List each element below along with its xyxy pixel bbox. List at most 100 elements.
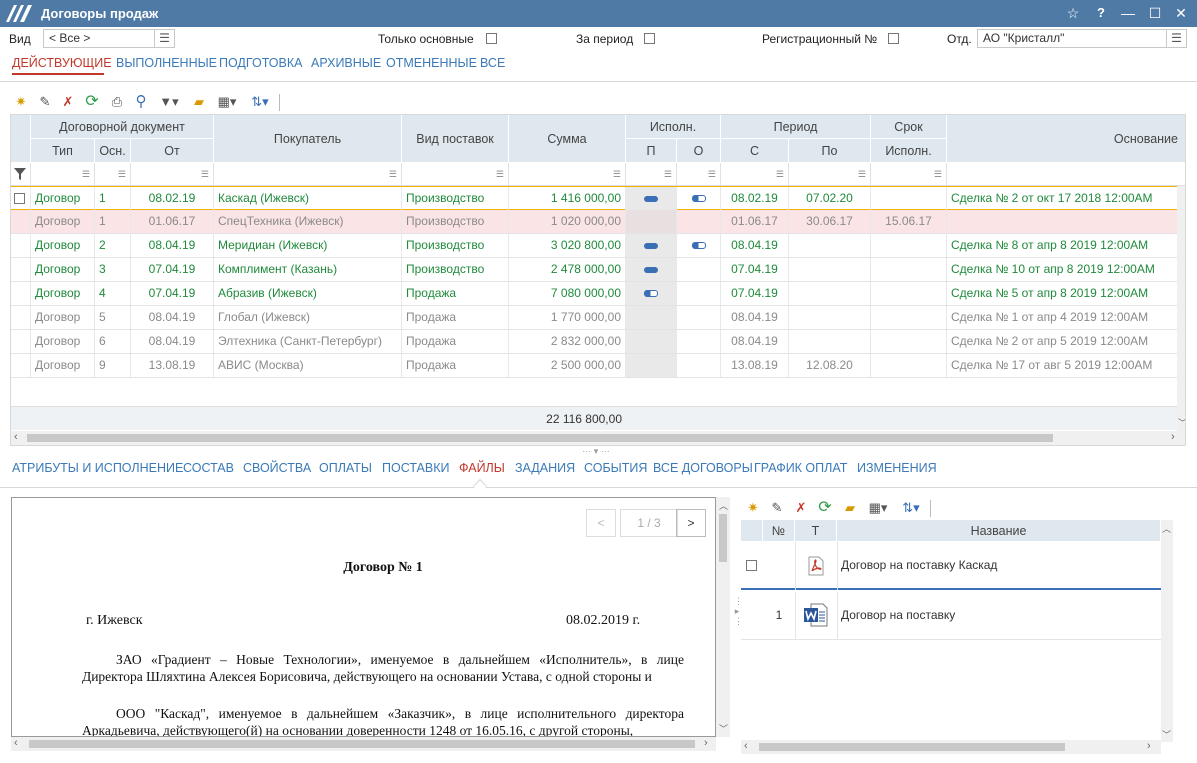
search-icon[interactable]: ⚲ (132, 93, 150, 111)
header-supply[interactable]: Вид поставок (402, 115, 509, 163)
print-icon[interactable]: ⎙ (108, 93, 126, 111)
view-select[interactable]: < Все > ☰ (43, 29, 175, 48)
refresh-icon[interactable]: ⟳ (816, 499, 834, 517)
scroll-up-icon[interactable]: ︿ (719, 499, 728, 512)
tab-cancelled[interactable]: ОТМЕНЕННЫЕ (386, 56, 477, 70)
filter-period-to[interactable]: ☰ (789, 163, 871, 186)
scroll-right-icon[interactable]: › (1147, 740, 1151, 752)
table-row[interactable]: Договор 4 07.04.19 Абразив (Ижевск) Прод… (11, 282, 1185, 306)
tab-archive[interactable]: АРХИВНЫЕ (311, 56, 381, 70)
filter-o[interactable]: ☰ (677, 163, 721, 186)
delete-document-icon[interactable]: ✗ (59, 93, 77, 111)
scroll-left-icon[interactable]: ‹ (14, 737, 18, 749)
header-type[interactable]: Тип (31, 139, 95, 163)
file-row[interactable]: 1 Договор на поставку (741, 592, 1161, 640)
tab-files[interactable]: ФАЙЛЫ (459, 461, 505, 475)
edit-file-icon[interactable]: ✎ (768, 499, 786, 517)
header-sum[interactable]: Сумма (509, 115, 626, 163)
scroll-down-icon[interactable]: ﹀ (1162, 728, 1171, 741)
tab-composition[interactable]: СОСТАВ (183, 461, 234, 475)
tab-attributes[interactable]: АТРИБУТЫ И ИСПОЛНЕНИЕ (12, 461, 183, 475)
preview-horizontal-scrollbar[interactable]: ‹ › (11, 737, 716, 751)
header-file-type[interactable]: Т (795, 520, 837, 542)
tab-deliveries[interactable]: ПОСТАВКИ (382, 461, 449, 475)
only-main-checkbox[interactable] (486, 33, 497, 44)
scroll-thumb[interactable] (29, 740, 695, 748)
filter-from[interactable]: ☰ (131, 163, 214, 186)
prev-page-button[interactable]: < (586, 509, 616, 537)
list-menu-icon[interactable]: ☰ (1166, 30, 1186, 47)
tab-active[interactable]: ДЕЙСТВУЮЩИЕ (12, 56, 112, 70)
header-period-to[interactable]: По (789, 139, 871, 163)
layout-dropdown-icon[interactable]: ▦▾ (865, 499, 891, 517)
list-menu-icon[interactable]: ☰ (154, 30, 174, 47)
tab-all[interactable]: ВСЕ (480, 56, 505, 70)
header-p[interactable]: П (626, 139, 677, 163)
next-page-button[interactable]: > (676, 509, 706, 537)
filter-p[interactable]: ☰ (626, 163, 677, 186)
row-checkbox[interactable] (746, 560, 757, 571)
delete-file-icon[interactable]: ✗ (792, 499, 810, 517)
files-horizontal-scrollbar[interactable]: ‹ › (741, 740, 1161, 754)
favorite-star-icon[interactable]: ☆ (1063, 3, 1083, 23)
help-button[interactable]: ? (1091, 3, 1111, 23)
layout-dropdown-icon[interactable]: ▦▾ (214, 93, 240, 111)
header-from[interactable]: От (131, 139, 214, 163)
row-checkbox[interactable] (14, 193, 25, 204)
period-checkbox[interactable] (644, 33, 655, 44)
folder-icon[interactable]: ▰ (190, 93, 208, 111)
filter-dropdown-icon[interactable]: ▼▾ (156, 93, 182, 111)
scroll-down-icon[interactable]: ﹀ (1178, 416, 1185, 429)
new-file-icon[interactable]: ✷ (744, 499, 762, 517)
scroll-thumb[interactable] (27, 434, 1053, 442)
scroll-thumb[interactable] (719, 514, 727, 562)
header-main[interactable]: Осн. (95, 139, 131, 163)
grid-horizontal-scrollbar[interactable]: ‹ › (11, 431, 1185, 445)
filter-supply[interactable]: ☰ (402, 163, 509, 186)
filter-basis[interactable] (947, 163, 1185, 186)
filter-buyer[interactable]: ☰ (214, 163, 402, 186)
vertical-splitter-handle[interactable]: ⋮ ▸ ⋮ (734, 596, 743, 656)
folder-icon[interactable]: ▰ (841, 499, 859, 517)
filter-type[interactable]: ☰ (31, 163, 95, 186)
edit-document-icon[interactable]: ✎ (36, 93, 54, 111)
sort-dropdown-icon[interactable]: ⇅▾ (898, 499, 924, 517)
filter-term[interactable]: ☰ (871, 163, 947, 186)
table-row[interactable]: Договор 5 08.04.19 Глобал (Ижевск) Прода… (11, 306, 1185, 330)
scroll-right-icon[interactable]: › (704, 737, 708, 749)
tab-all-contracts[interactable]: ВСЕ ДОГОВОРЫ (653, 461, 753, 475)
header-term-exec[interactable]: Исполн. (871, 139, 947, 163)
filter-sum[interactable]: ☰ (509, 163, 626, 186)
table-row[interactable]: Договор 9 13.08.19 АВИС (Москва) Продажа… (11, 354, 1185, 378)
grid-vertical-scrollbar[interactable]: ﹀ (1177, 186, 1185, 431)
new-document-icon[interactable]: ✷ (12, 93, 30, 111)
table-row[interactable]: Договор 6 08.04.19 Элтехника (Санкт-Пете… (11, 330, 1185, 354)
filter-main[interactable]: ☰ (95, 163, 131, 186)
scroll-right-icon[interactable]: › (1171, 431, 1175, 443)
tab-tasks[interactable]: ЗАДАНИЯ (515, 461, 575, 475)
header-buyer[interactable]: Покупатель (214, 115, 402, 163)
preview-vertical-scrollbar[interactable]: ︿ ﹀ (716, 497, 730, 737)
splitter-handle[interactable]: ⋯ ▾ ⋯ (566, 446, 626, 456)
tab-completed[interactable]: ВЫПОЛНЕННЫЕ (116, 56, 217, 70)
minimize-button[interactable]: — (1118, 3, 1138, 23)
scroll-up-icon[interactable]: ︿ (1162, 522, 1171, 535)
scroll-thumb[interactable] (759, 743, 1065, 751)
header-basis[interactable]: Основание (947, 115, 1185, 163)
dept-select[interactable]: АО "Кристалл" ☰ (977, 29, 1187, 48)
reg-number-checkbox[interactable] (888, 33, 899, 44)
scroll-left-icon[interactable]: ‹ (14, 431, 18, 443)
refresh-icon[interactable]: ⟳ (83, 93, 101, 111)
file-row[interactable]: Договор на поставку Каскад (741, 542, 1161, 590)
header-file-number[interactable]: № (763, 520, 795, 542)
files-vertical-scrollbar[interactable]: ︿ ﹀ (1161, 520, 1173, 742)
tab-preparation[interactable]: ПОДГОТОВКА (219, 56, 302, 70)
header-o[interactable]: О (677, 139, 721, 163)
header-file-name[interactable]: Название (837, 520, 1161, 542)
tab-properties[interactable]: СВОЙСТВА (243, 461, 311, 475)
filter-row-icon[interactable] (11, 163, 31, 186)
table-row[interactable]: Договор 3 07.04.19 Комплимент (Казань) П… (11, 258, 1185, 282)
close-button[interactable]: ✕ (1171, 3, 1191, 23)
header-period-from[interactable]: С (721, 139, 789, 163)
scroll-down-icon[interactable]: ﹀ (719, 722, 728, 735)
